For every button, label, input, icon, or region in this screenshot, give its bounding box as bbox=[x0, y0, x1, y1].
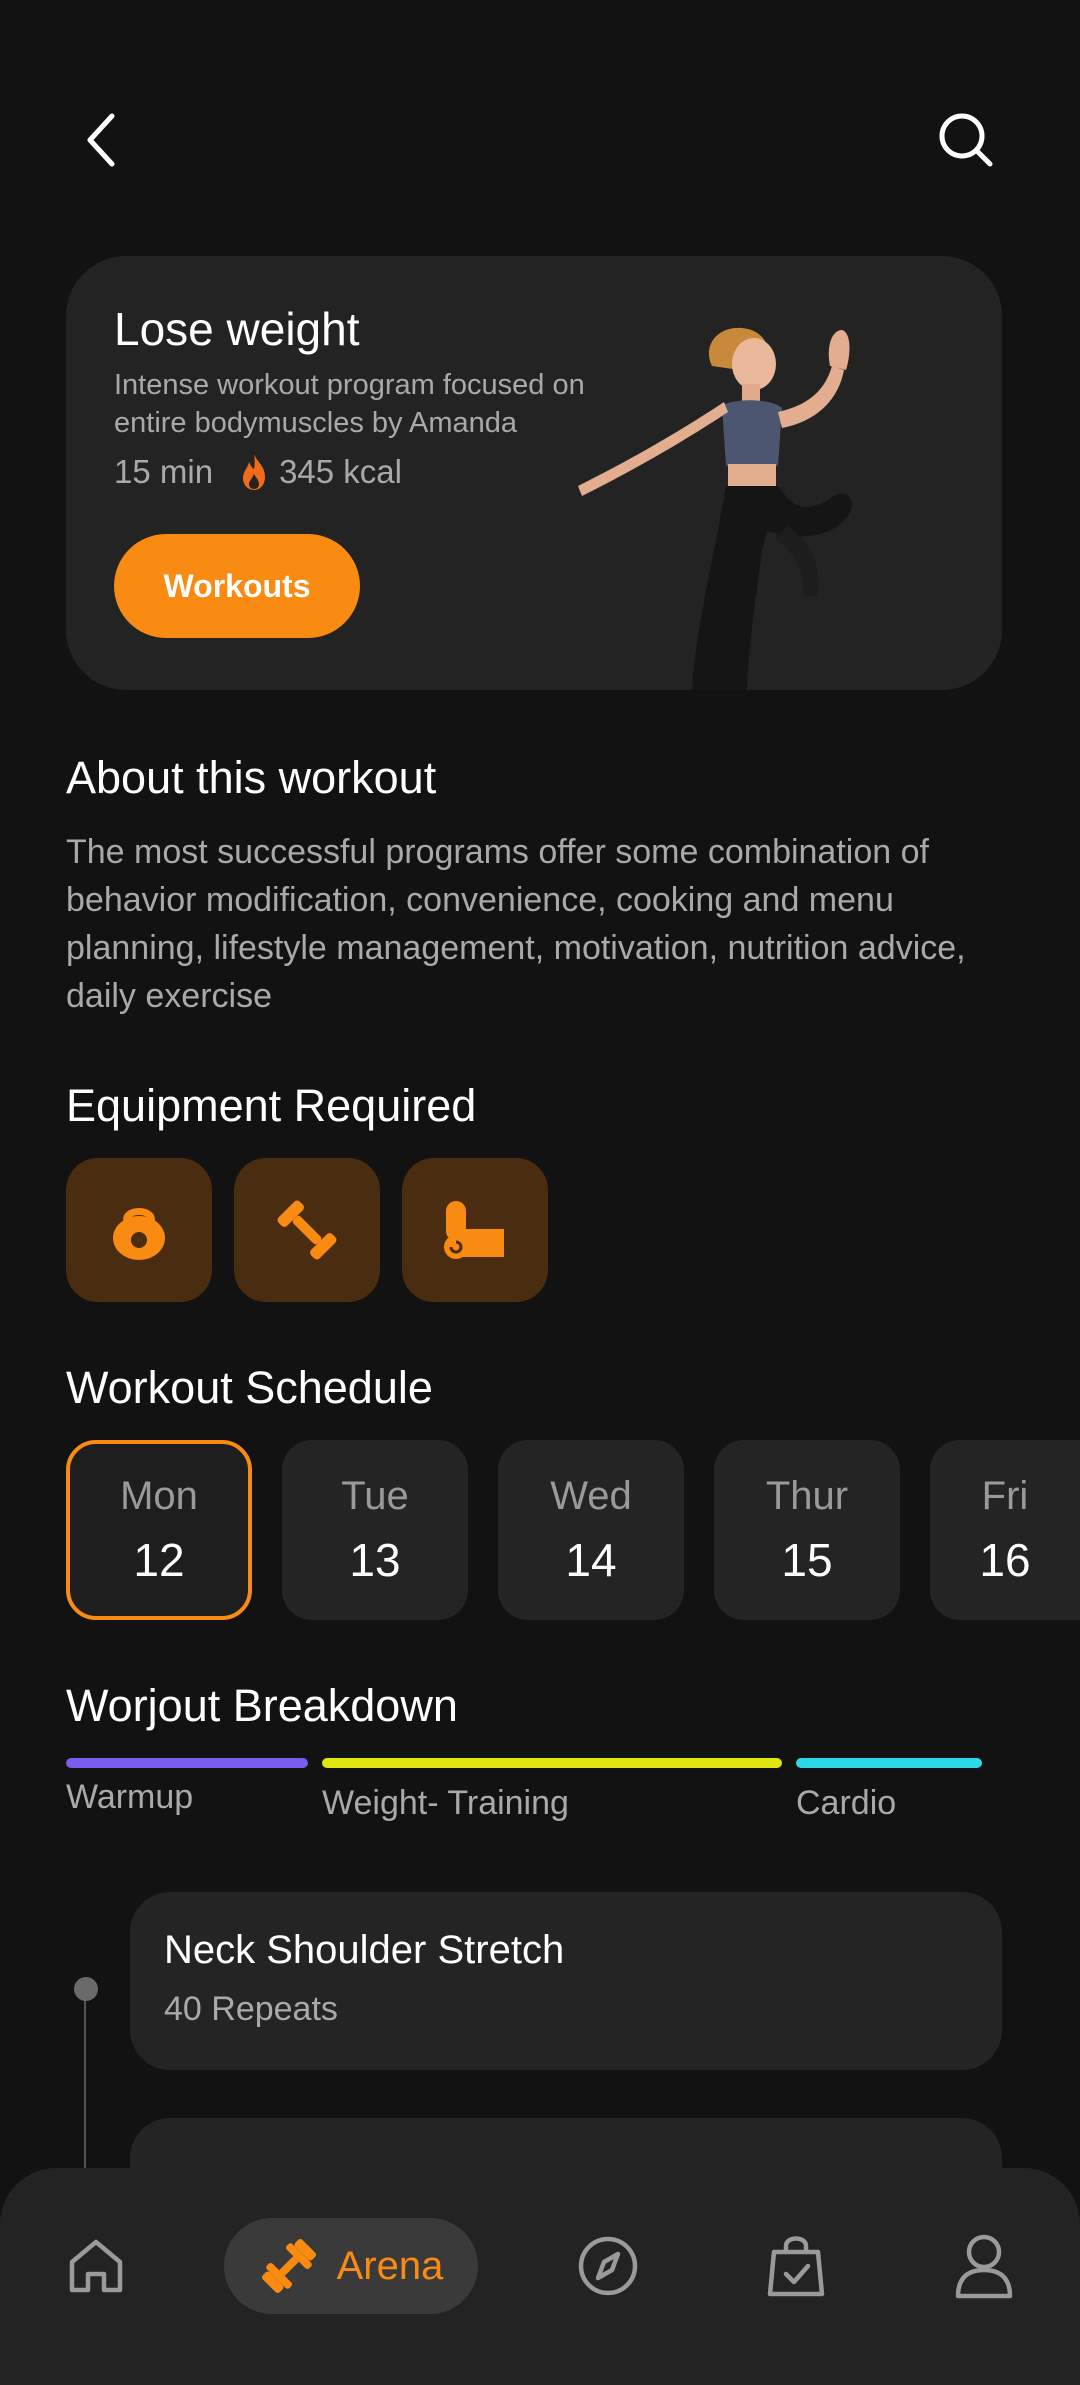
weight-training-bar bbox=[322, 1758, 782, 1768]
about-text: The most successful programs offer some … bbox=[66, 833, 966, 1015]
day-tue[interactable]: Tue 13 bbox=[282, 1440, 468, 1620]
equipment-heading: Equipment Required bbox=[66, 1080, 477, 1131]
search-icon bbox=[939, 113, 993, 167]
program-calories: 345 kcal bbox=[279, 453, 402, 490]
dumbbell-icon bbox=[261, 2238, 316, 2294]
program-duration: 15 min bbox=[114, 453, 214, 490]
nav-shop[interactable] bbox=[756, 2218, 836, 2314]
day-number: 13 bbox=[349, 1533, 401, 1586]
program-card: Lose weight Intense workout program focu… bbox=[66, 256, 1002, 690]
exercise-title: Neck Shoulder Stretch bbox=[164, 1928, 565, 1972]
yoga-mat-icon bbox=[444, 1201, 504, 1259]
chevron-left-icon bbox=[87, 113, 115, 167]
warmup-bar bbox=[66, 1758, 308, 1768]
exercise-repeats: 40 Repeats bbox=[164, 1990, 338, 2028]
timeline-line bbox=[84, 1990, 86, 2190]
about-heading: About this workout bbox=[66, 752, 437, 803]
day-number: 16 bbox=[979, 1533, 1031, 1586]
day-wed[interactable]: Wed 14 bbox=[498, 1440, 684, 1620]
day-name: Thur bbox=[765, 1473, 849, 1518]
nav-home[interactable] bbox=[56, 2218, 136, 2314]
day-mon[interactable]: Mon 12 bbox=[66, 1440, 252, 1620]
kettlebell-icon bbox=[113, 1208, 165, 1260]
day-number: 15 bbox=[781, 1533, 833, 1586]
nav-arena[interactable]: Arena bbox=[224, 2218, 478, 2314]
weight-training-label: Weight- Training bbox=[322, 1784, 569, 1822]
warmup-label: Warmup bbox=[66, 1778, 194, 1816]
breakdown-heading: Worjout Breakdown bbox=[66, 1680, 458, 1731]
workouts-button[interactable]: Workouts bbox=[114, 534, 360, 638]
dumbbell-icon bbox=[277, 1200, 337, 1260]
day-name: Tue bbox=[341, 1473, 409, 1518]
timeline-dot bbox=[74, 1977, 98, 2001]
schedule-heading: Workout Schedule bbox=[66, 1362, 433, 1413]
profile-icon bbox=[955, 2234, 1013, 2299]
bottom-nav: Arena bbox=[0, 2168, 1080, 2385]
day-thur[interactable]: Thur 15 bbox=[714, 1440, 900, 1620]
day-number: 14 bbox=[565, 1533, 617, 1586]
day-name: Fri bbox=[981, 1473, 1029, 1518]
nav-profile[interactable] bbox=[944, 2218, 1024, 2314]
day-name: Mon bbox=[120, 1473, 198, 1518]
day-fri[interactable]: Fri 16 bbox=[930, 1440, 1080, 1620]
flame-icon bbox=[243, 454, 266, 490]
cardio-label: Cardio bbox=[796, 1784, 897, 1822]
cardio-bar bbox=[796, 1758, 982, 1768]
nav-arena-label: Arena bbox=[336, 2243, 444, 2288]
equipment-dumbbell[interactable] bbox=[234, 1158, 380, 1302]
exercise-card[interactable]: Neck Shoulder Stretch 40 Repeats bbox=[130, 1892, 1002, 2070]
search-button[interactable] bbox=[926, 100, 1006, 180]
home-icon bbox=[69, 2239, 123, 2293]
equipment-mat[interactable] bbox=[402, 1158, 548, 1302]
nav-explore[interactable] bbox=[568, 2218, 648, 2314]
shopping-bag-icon bbox=[767, 2236, 825, 2297]
back-button[interactable] bbox=[62, 100, 142, 180]
equipment-kettlebell[interactable] bbox=[66, 1158, 212, 1302]
athlete-image bbox=[578, 327, 852, 690]
program-title: Lose weight bbox=[114, 303, 360, 355]
day-number: 12 bbox=[133, 1533, 185, 1586]
day-name: Wed bbox=[550, 1473, 632, 1518]
compass-icon bbox=[578, 2236, 638, 2296]
program-meta: 15 min 345 kcal bbox=[114, 452, 402, 492]
